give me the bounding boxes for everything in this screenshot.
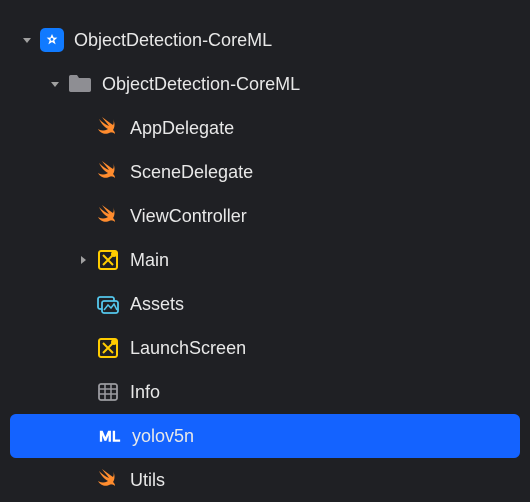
- storyboard-icon: [96, 336, 120, 360]
- swift-icon: [96, 204, 120, 228]
- tree-row-file[interactable]: Info: [0, 370, 530, 414]
- swift-icon: [96, 160, 120, 184]
- tree-row-label: LaunchScreen: [130, 338, 246, 359]
- tree-row-label: Main: [130, 250, 169, 271]
- tree-row-group[interactable]: ObjectDetection-CoreML: [0, 62, 530, 106]
- project-navigator: ObjectDetection-CoreML ObjectDetection-C…: [0, 18, 530, 502]
- tree-row-label: ObjectDetection-CoreML: [74, 30, 272, 51]
- tree-row-file[interactable]: LaunchScreen: [0, 326, 530, 370]
- xcode-project-icon: [40, 28, 64, 52]
- tree-row-file-selected[interactable]: yolov5n: [10, 414, 520, 458]
- tree-row-label: ViewController: [130, 206, 247, 227]
- disclosure-triangle-down-icon[interactable]: [18, 35, 36, 45]
- disclosure-triangle-right-icon[interactable]: [74, 255, 92, 265]
- tree-row-file[interactable]: Assets: [0, 282, 530, 326]
- tree-row-file[interactable]: Utils: [0, 458, 530, 502]
- tree-row-label: SceneDelegate: [130, 162, 253, 183]
- tree-row-project-root[interactable]: ObjectDetection-CoreML: [0, 18, 530, 62]
- disclosure-triangle-down-icon[interactable]: [46, 79, 64, 89]
- tree-row-label: yolov5n: [132, 426, 194, 447]
- tree-row-label: Utils: [130, 470, 165, 491]
- tree-row-file[interactable]: SceneDelegate: [0, 150, 530, 194]
- tree-row-file[interactable]: AppDelegate: [0, 106, 530, 150]
- plist-icon: [96, 380, 120, 404]
- tree-row-file[interactable]: ViewController: [0, 194, 530, 238]
- mlmodel-icon: [98, 424, 122, 448]
- assets-icon: [96, 292, 120, 316]
- tree-row-label: Assets: [130, 294, 184, 315]
- folder-icon: [68, 72, 92, 96]
- swift-icon: [96, 116, 120, 140]
- tree-row-label: AppDelegate: [130, 118, 234, 139]
- tree-row-label: ObjectDetection-CoreML: [102, 74, 300, 95]
- tree-row-label: Info: [130, 382, 160, 403]
- swift-icon: [96, 468, 120, 492]
- storyboard-icon: [96, 248, 120, 272]
- tree-row-file[interactable]: Main: [0, 238, 530, 282]
